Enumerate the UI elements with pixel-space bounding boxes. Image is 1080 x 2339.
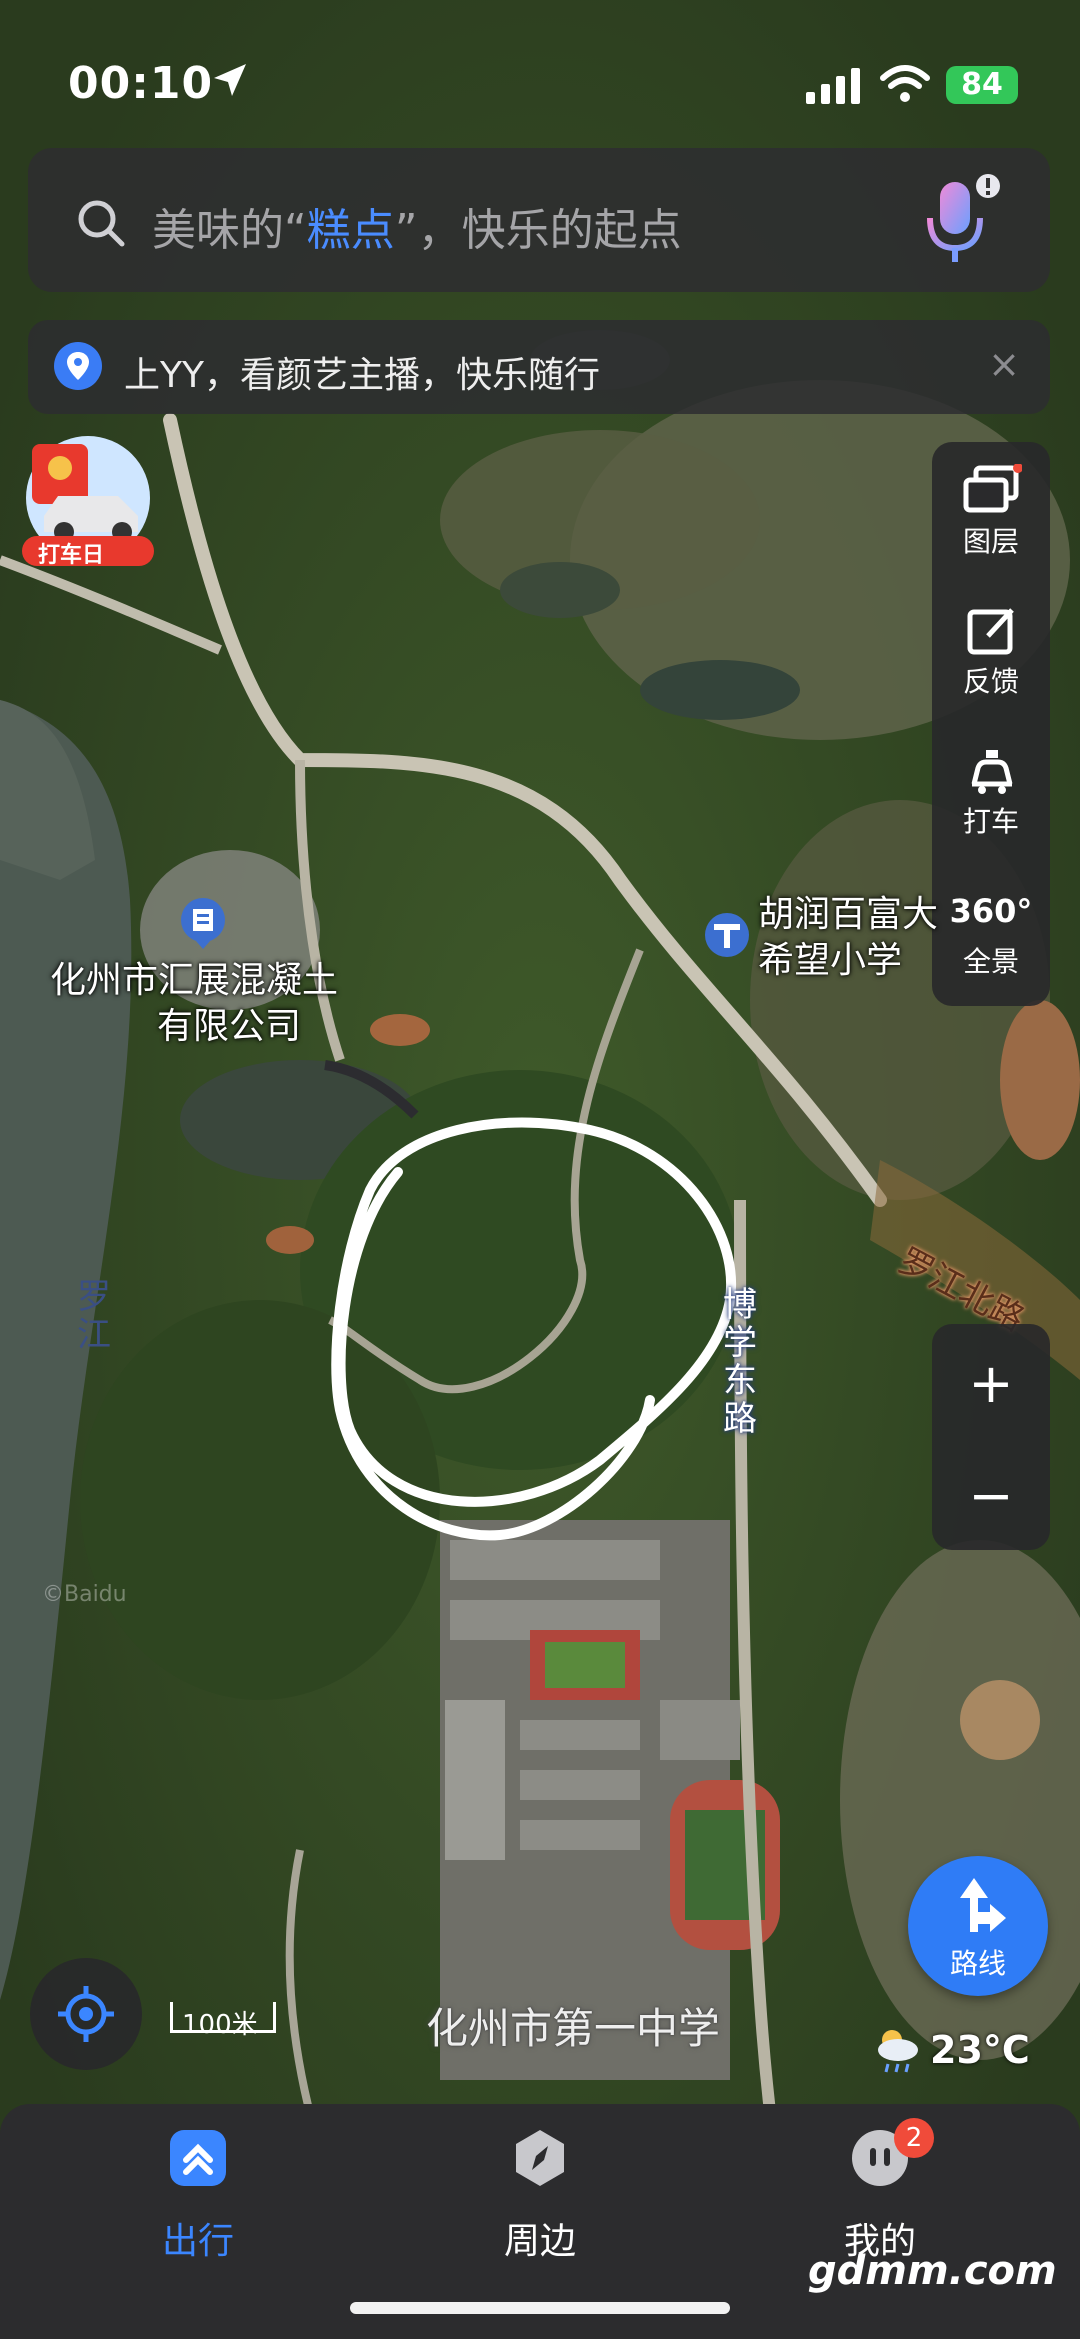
voice-button[interactable] bbox=[908, 172, 1008, 272]
baidu-watermark: ©Baidu bbox=[42, 1582, 127, 1607]
road-label-boxue-east: 博学东路 bbox=[723, 1285, 757, 1439]
battery-indicator: 84 bbox=[946, 66, 1018, 104]
map-screen: 00:10 84 美味的“糕点”，快乐的起点 上YY，看颜艺主播，快乐随行 × bbox=[0, 0, 1080, 2339]
tab-mine[interactable]: 我的 2 bbox=[780, 2118, 980, 2264]
panorama-button[interactable]: 360° 全景 bbox=[932, 862, 1050, 1002]
map-tools-panel: 图层 反馈 打车 360° 全景 bbox=[932, 442, 1050, 1006]
poi-school-icon[interactable] bbox=[702, 910, 752, 966]
bottom-tab-bar: 出行 周边 我的 2 gdmm.com bbox=[0, 2104, 1080, 2339]
layers-label: 图层 bbox=[962, 525, 1019, 558]
poi-company-icon[interactable] bbox=[178, 895, 228, 951]
microphone-icon bbox=[927, 174, 1000, 262]
taxi-day-promo[interactable]: 打车日 bbox=[18, 432, 158, 572]
status-time: 00:10 bbox=[68, 58, 214, 109]
location-pin-icon bbox=[54, 342, 102, 390]
travel-icon bbox=[170, 2130, 226, 2186]
scale-label: 100米 bbox=[182, 2010, 258, 2040]
school-label[interactable]: 胡润百富大 希望小学 bbox=[758, 892, 938, 984]
layers-icon bbox=[963, 464, 1022, 513]
banner-text: 上YY，看颜艺主播，快乐随行 bbox=[124, 355, 600, 396]
feedback-icon bbox=[967, 608, 1014, 655]
site-watermark: gdmm.com bbox=[808, 2248, 1057, 2294]
tab-nearby-label: 周边 bbox=[503, 2221, 576, 2262]
compass-icon bbox=[516, 2130, 564, 2186]
zoom-controls: + − bbox=[932, 1324, 1050, 1550]
promo-banner[interactable]: 上YY，看颜艺主播，快乐随行 × bbox=[28, 320, 1050, 414]
notification-badge: 2 bbox=[894, 2118, 934, 2158]
layers-button[interactable]: 图层 bbox=[932, 442, 1050, 582]
weather-temp: 23°C bbox=[930, 2028, 1030, 2072]
search-bar[interactable]: 美味的“糕点”，快乐的起点 bbox=[28, 148, 1050, 292]
high-school-label[interactable]: 化州市第一中学 bbox=[426, 2006, 720, 2052]
taxi-button[interactable]: 打车 bbox=[932, 722, 1050, 862]
taxi-label: 打车 bbox=[962, 805, 1019, 838]
river-label: 罗江 bbox=[77, 1277, 111, 1355]
location-arrow-icon bbox=[214, 64, 246, 96]
locate-button[interactable] bbox=[30, 1958, 142, 2070]
zoom-out-button[interactable]: − bbox=[932, 1464, 1050, 1527]
home-indicator bbox=[350, 2302, 730, 2314]
tab-travel-label: 出行 bbox=[161, 2221, 234, 2262]
panorama-360-icon: 360° bbox=[949, 892, 1033, 930]
route-button[interactable]: 路线 bbox=[908, 1856, 1048, 1996]
zoom-in-button[interactable]: + bbox=[932, 1352, 1050, 1415]
weather-cloud-rain-icon bbox=[878, 2030, 918, 2073]
company-label[interactable]: 化州市汇展混凝土 有限公司 bbox=[50, 958, 338, 1050]
status-bar: 00:10 84 bbox=[0, 0, 1080, 140]
signal-icon bbox=[806, 68, 860, 104]
taxi-icon bbox=[971, 750, 1013, 794]
wifi-icon bbox=[880, 65, 930, 102]
search-highlight: 糕点 bbox=[306, 205, 395, 256]
taxi-day-label: 打车日 bbox=[38, 543, 105, 568]
panorama-label: 全景 bbox=[962, 945, 1019, 978]
crosshair-icon bbox=[58, 1986, 114, 2042]
feedback-label: 反馈 bbox=[962, 665, 1019, 698]
search-icon bbox=[78, 200, 125, 247]
search-placeholder: 美味的“糕点”，快乐的起点 bbox=[152, 205, 682, 256]
tab-nearby[interactable]: 周边 bbox=[440, 2126, 640, 2264]
route-arrow-icon bbox=[960, 1878, 1006, 1932]
tab-travel[interactable]: 出行 bbox=[98, 2126, 298, 2264]
feedback-button[interactable]: 反馈 bbox=[932, 582, 1050, 722]
route-label: 路线 bbox=[949, 1947, 1006, 1980]
banner-close-button[interactable]: × bbox=[988, 342, 1020, 386]
